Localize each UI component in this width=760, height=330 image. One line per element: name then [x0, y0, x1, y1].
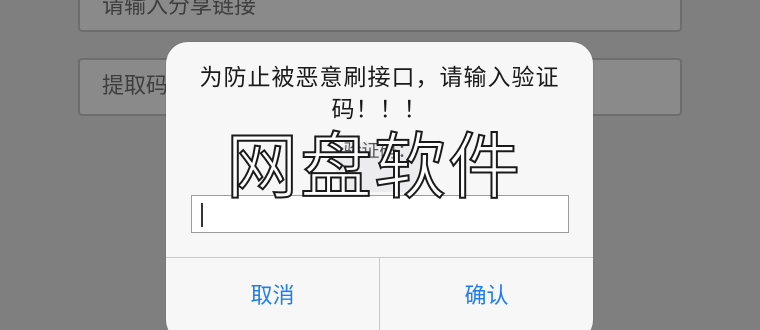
dialog-button-row: 取消 确认 — [166, 257, 593, 330]
confirm-button[interactable]: 确认 — [380, 258, 593, 330]
screen: 请输入分享链接 提取码 为防止被恶意刷接口，请输入验证码！！！ 验证码： 取消 … — [0, 0, 760, 330]
extract-code-label: 提取码 — [102, 74, 169, 99]
share-link-placeholder: 请输入分享链接 — [102, 0, 257, 19]
share-link-input[interactable]: 请输入分享链接 — [78, 0, 682, 32]
dialog-message: 为防止被恶意刷接口，请输入验证码！！！ — [199, 65, 560, 123]
watermark-text: 网盘软件 — [225, 124, 523, 210]
cancel-button[interactable]: 取消 — [166, 258, 380, 330]
text-caret — [201, 203, 203, 227]
